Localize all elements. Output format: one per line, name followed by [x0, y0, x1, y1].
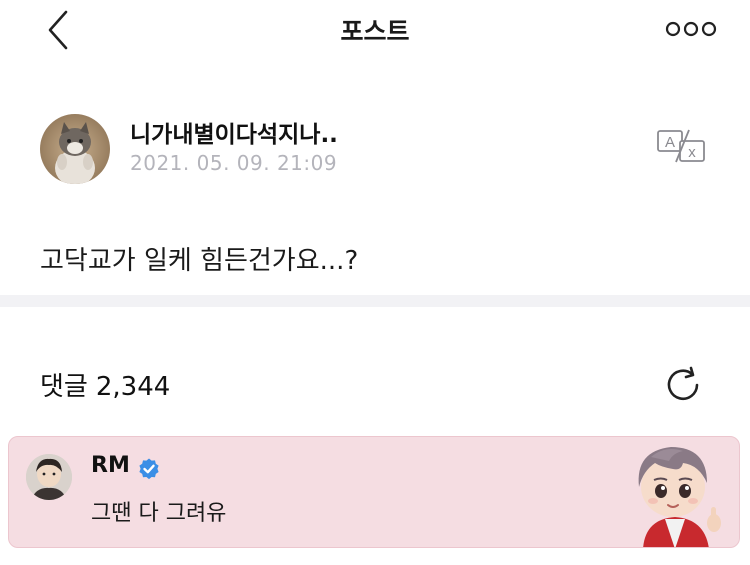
- highlighted-comment[interactable]: RM 그땐 다 그려유: [8, 436, 740, 548]
- post-body-text: 고닥교가 일케 힘든건가요...?: [40, 246, 359, 276]
- commenter-avatar[interactable]: [26, 454, 72, 500]
- comments-label: 댓글: [40, 372, 88, 402]
- comments-count: 2,344: [95, 372, 171, 402]
- post-author-name[interactable]: 니가내별이다석지나..: [130, 115, 338, 149]
- author-avatar[interactable]: [40, 114, 110, 184]
- character-sticker-image: [638, 447, 721, 547]
- more-options-button[interactable]: [664, 20, 718, 38]
- commenter-name[interactable]: RM: [91, 453, 130, 478]
- more-dots-icon: [665, 21, 717, 37]
- post-timestamp: 2021. 05. 09. 21:09: [130, 151, 338, 175]
- translate-button[interactable]: A x: [656, 128, 708, 164]
- commenter-avatar-image: [26, 454, 72, 500]
- verified-badge-icon: [139, 458, 159, 480]
- refresh-comments-button[interactable]: [662, 364, 704, 406]
- svg-text:A: A: [665, 134, 675, 151]
- page-title: 포스트: [340, 17, 410, 46]
- comments-header: 댓글 2,344: [40, 366, 178, 403]
- section-divider: [0, 295, 750, 307]
- post-page: 포스트 니가내별이다석지나.. 2021. 05. 09. 21:09 A x …: [0, 0, 750, 565]
- refresh-icon: [667, 366, 699, 401]
- top-bar: 포스트: [0, 0, 750, 62]
- cat-avatar-image: [40, 114, 110, 184]
- translate-icon: A x: [657, 129, 705, 163]
- svg-text:x: x: [688, 144, 696, 161]
- comment-text: 그땐 다 그려유: [91, 501, 227, 526]
